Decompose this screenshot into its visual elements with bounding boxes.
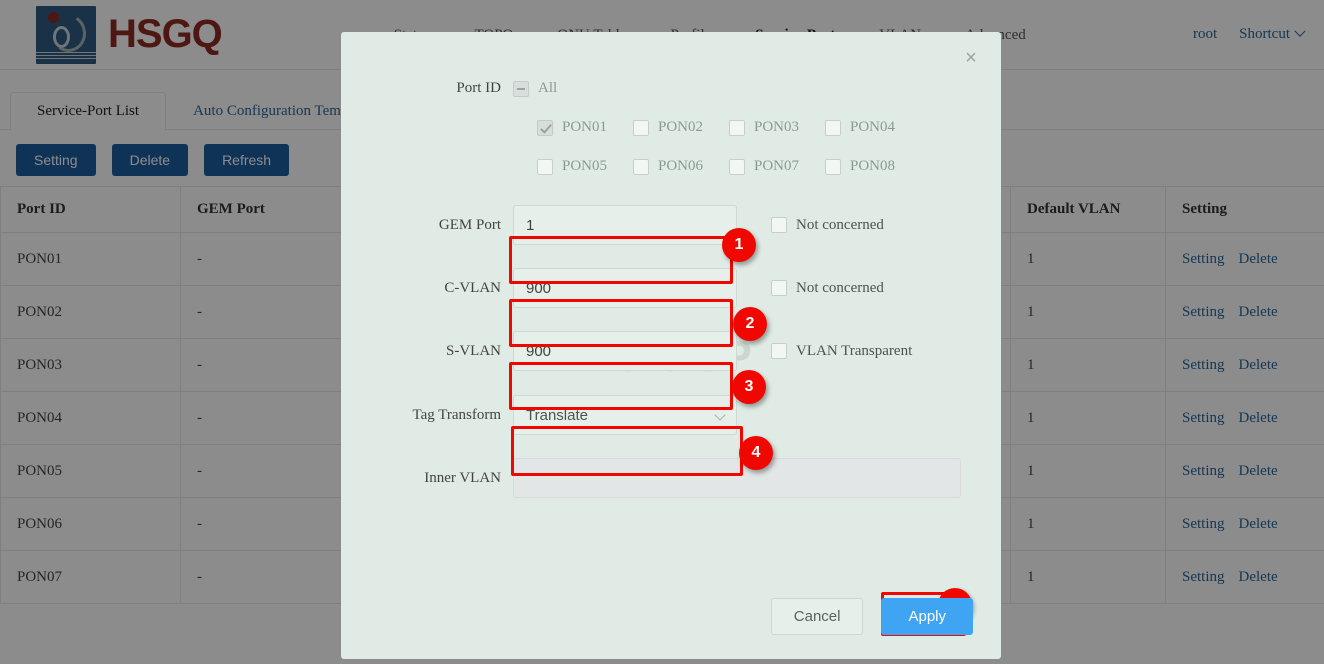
field-row-c-vlan: C-VLAN Not concerned [341, 268, 1001, 308]
checkbox-vlan-transparent-label: VLAN Transparent [796, 342, 913, 359]
checkbox-pon06-label: PON06 [658, 158, 704, 174]
checkbox-pon04[interactable]: PON04 [825, 119, 921, 136]
service-port-setting-dialog: × ForoISP Port ID All PON01 PON02 [341, 32, 1001, 659]
checkbox-pon05[interactable]: PON05 [537, 158, 633, 175]
pon-group-row-2: PON05 PON06 PON07 PON08 [537, 158, 921, 175]
checkbox-pon08[interactable]: PON08 [825, 158, 921, 175]
checkbox-gem-not-concerned-label: Not concerned [796, 216, 884, 233]
checkbox-all-box[interactable] [513, 80, 529, 97]
checkbox-pon08-box[interactable] [825, 158, 841, 175]
checkbox-pon02[interactable]: PON02 [633, 119, 729, 136]
c-vlan-input[interactable] [513, 268, 737, 308]
checkbox-pon05-label: PON05 [562, 158, 608, 174]
label-gem-port: GEM Port [438, 216, 501, 233]
field-row-tag-transform: Tag Transform Translate [341, 395, 1001, 435]
label-inner-vlan: Inner VLAN [424, 469, 501, 486]
checkbox-pon07-box[interactable] [729, 158, 745, 175]
field-row-port-id: Port ID All [341, 80, 1001, 97]
step-badge-3: 3 [732, 370, 766, 404]
checkbox-pon07[interactable]: PON07 [729, 158, 825, 175]
field-row-inner-vlan: Inner VLAN [341, 458, 1001, 498]
field-row-gem-port: GEM Port Not concerned [341, 205, 1001, 245]
field-row-s-vlan: S-VLAN VLAN Transparent [341, 331, 1001, 371]
checkbox-gem-not-concerned[interactable]: Not concerned [771, 217, 884, 234]
checkbox-pon02-box[interactable] [633, 119, 649, 136]
checkbox-pon01[interactable]: PON01 [537, 119, 633, 136]
checkbox-pon02-label: PON02 [658, 119, 704, 135]
checkbox-pon03[interactable]: PON03 [729, 119, 825, 136]
field-row-pon-1: PON01 PON02 PON03 PON04 [341, 119, 1001, 136]
chevron-down-icon [714, 409, 726, 421]
tag-transform-select[interactable]: Translate [513, 395, 737, 435]
step-badge-2: 2 [733, 307, 767, 341]
label-s-vlan: S-VLAN [446, 342, 501, 359]
field-row-pon-2: PON05 PON06 PON07 PON08 [341, 158, 1001, 175]
step-badge-1: 1 [722, 228, 756, 262]
checkbox-all[interactable]: All [513, 80, 557, 97]
checkbox-pon01-box[interactable] [537, 119, 553, 136]
step-badge-4: 4 [739, 436, 773, 470]
checkbox-cvlan-not-concerned-box[interactable] [771, 280, 787, 296]
checkbox-pon06[interactable]: PON06 [633, 158, 729, 175]
cancel-button[interactable]: Cancel [770, 598, 864, 635]
label-c-vlan: C-VLAN [444, 279, 501, 296]
checkbox-cvlan-not-concerned-label: Not concerned [796, 279, 884, 296]
checkbox-pon07-label: PON07 [754, 158, 800, 174]
checkbox-pon06-box[interactable] [633, 158, 649, 175]
gem-port-input[interactable] [513, 205, 737, 245]
dialog-footer: Cancel Apply [770, 598, 973, 635]
checkbox-gem-not-concerned-box[interactable] [771, 217, 787, 233]
screen: HSGQ Status TOPO ONU Table Profile Servi… [0, 0, 1324, 664]
pon-group-row-1: PON01 PON02 PON03 PON04 [537, 119, 921, 136]
tag-transform-value: Translate [526, 406, 588, 424]
inner-vlan-input [513, 458, 961, 498]
checkbox-vlan-transparent[interactable]: VLAN Transparent [771, 343, 912, 360]
checkbox-pon03-box[interactable] [729, 119, 745, 136]
label-port-id: Port ID [456, 80, 501, 96]
checkbox-pon04-box[interactable] [825, 119, 841, 136]
checkbox-vlan-transparent-box[interactable] [771, 343, 787, 359]
checkbox-pon08-label: PON08 [850, 158, 896, 174]
checkbox-all-label: All [538, 80, 558, 96]
checkbox-pon05-box[interactable] [537, 158, 553, 175]
apply-button[interactable]: Apply [881, 598, 973, 635]
s-vlan-input[interactable] [513, 331, 737, 371]
dialog-body: Port ID All PON01 PON02 PON03 PON04 PON0… [341, 32, 1001, 498]
label-tag-transform: Tag Transform [412, 406, 501, 423]
checkbox-pon01-label: PON01 [562, 119, 608, 135]
checkbox-pon04-label: PON04 [850, 119, 896, 135]
checkbox-cvlan-not-concerned[interactable]: Not concerned [771, 280, 884, 297]
checkbox-pon03-label: PON03 [754, 119, 800, 135]
